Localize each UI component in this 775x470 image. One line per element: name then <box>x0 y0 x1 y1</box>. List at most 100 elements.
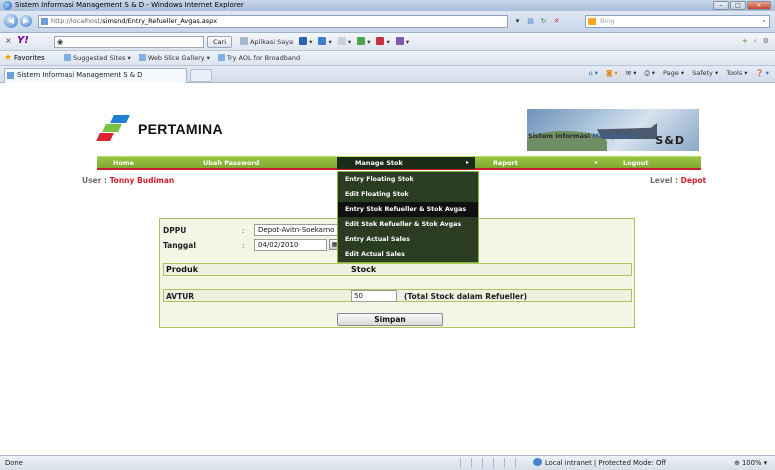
scroll-left-icon[interactable]: ‹ <box>754 37 757 45</box>
safety-menu[interactable]: Safety ▾ <box>692 69 718 78</box>
dd-entry-floating-stok[interactable]: Entry Floating Stok <box>338 172 478 187</box>
apps-icon <box>240 37 248 45</box>
favorites-label[interactable]: Favorites <box>14 54 45 62</box>
search-input[interactable]: Bing ⌕ <box>585 15 770 28</box>
fav-suggested-sites[interactable]: Suggested Sites ▾ <box>64 54 131 62</box>
favorites-star-icon[interactable]: ★ <box>4 53 12 63</box>
dd-edit-floating-stok[interactable]: Edit Floating Stok <box>338 187 478 202</box>
menu-manage-stok[interactable]: Manage Stok ▸ <box>337 157 475 169</box>
stop-icon[interactable]: ✕ <box>551 16 562 27</box>
intranet-icon <box>533 458 542 466</box>
minimize-button[interactable]: – <box>713 1 729 10</box>
toolbar-btn-4[interactable]: ▾ <box>357 37 370 46</box>
url-host: http://localhost/ <box>51 17 103 25</box>
search-icon[interactable]: ⌕ <box>762 16 766 27</box>
help-icon[interactable]: ❓ ▾ <box>756 69 769 78</box>
url-path: simsnd/Entry_Refueller_Avgas.aspx <box>102 17 218 25</box>
table-row: AVTUR 50 (Total Stock dalam Refueller) <box>163 289 632 302</box>
toolbar-btn-2[interactable]: ▾ <box>318 37 332 46</box>
refresh-icon[interactable]: ↻ <box>538 16 549 27</box>
dropdown-arrow-icon[interactable]: ▾ <box>512 16 523 27</box>
sd-banner: Sistem Informasi Manajemen S&D <box>527 109 699 151</box>
submenu-arrow-icon: ▸ <box>595 159 599 166</box>
table-header-row: Produk Stock <box>163 263 632 276</box>
search-icon: ◉ <box>57 38 64 46</box>
toolbar-search-input[interactable]: ◉ <box>54 36 204 48</box>
bing-icon <box>588 18 596 25</box>
fav-try-aol[interactable]: Try AOL for Broadband <box>217 54 300 62</box>
dppu-field[interactable]: Depot-Avitn-Soekarno <box>254 224 340 236</box>
tab-bar: Sistem Informasi Management S & D ⌂ ▾ ◙ … <box>0 66 775 83</box>
new-tab-button[interactable] <box>190 69 212 82</box>
address-input[interactable]: http://localhost/simsnd/Entry_Refueller_… <box>38 15 508 28</box>
produk-header: Produk <box>166 265 199 274</box>
manage-stok-dropdown: Entry Floating Stok Edit Floating Stok E… <box>337 171 479 263</box>
menu-home[interactable]: Home <box>113 157 134 169</box>
forward-icon[interactable]: ▶ <box>20 15 32 27</box>
address-toolbar: ◀ ▶ http://localhost/simsnd/Entry_Refuel… <box>0 11 775 33</box>
page-icon <box>7 72 14 79</box>
cari-button[interactable]: Cari <box>207 36 232 48</box>
bookmark-icon <box>299 37 308 45</box>
home-icon[interactable]: ⌂ ▾ <box>589 69 598 78</box>
page-icon <box>138 54 146 61</box>
zoom-icon: ⊕ <box>734 459 740 467</box>
mail-icon[interactable]: ✉ ▾ <box>626 69 637 78</box>
toolbar-items: Aplikasi Saya ▾ ▾ ▾ ▾ ▾ ▾ <box>240 37 409 46</box>
compat-icon[interactable]: ▤ <box>525 16 536 27</box>
tanggal-field[interactable]: 04/02/2010 <box>254 239 327 251</box>
favorites-bar: ★ Favorites Suggested Sites ▾ Web Slice … <box>0 51 775 66</box>
page-icon <box>64 54 71 61</box>
toolbar-btn-5[interactable]: ▾ <box>376 37 390 46</box>
dd-entry-stok-refueller[interactable]: Entry Stok Refueller & Stok Avgas <box>338 202 478 217</box>
page-icon <box>217 54 225 61</box>
toolbar-btn-6[interactable]: ▾ <box>395 37 409 46</box>
simpan-button[interactable]: Simpan <box>337 313 443 326</box>
status-bar: Done Local intranet | Protected Mode: Of… <box>0 455 775 470</box>
maximize-button[interactable]: □ <box>730 1 746 10</box>
dppu-label: DPPU <box>163 226 187 235</box>
address-tools: ▾ ▤ ↻ ✕ <box>512 16 562 27</box>
zoom-control[interactable]: ⊕ 100% ▾ <box>734 456 767 470</box>
level-value: Depot <box>680 176 707 185</box>
status-text: Done <box>5 459 23 467</box>
user-info: User : Tonny Budiman <box>82 176 175 185</box>
pen-icon <box>395 37 404 45</box>
security-zone[interactable]: Local intranet | Protected Mode: Off <box>533 456 666 470</box>
pertamina-mark-icon <box>96 115 134 141</box>
aplikasi-saya-button[interactable]: Aplikasi Saya <box>240 37 293 46</box>
close-button[interactable]: × <box>747 1 771 10</box>
page-menu[interactable]: Page ▾ <box>663 69 684 78</box>
banner-tagline: Sistem Informasi Manajemen <box>528 132 635 140</box>
toolbar-btn-3[interactable]: ▾ <box>337 37 351 46</box>
dppu-colon: : <box>242 227 245 235</box>
tools-menu[interactable]: Tools ▾ <box>726 69 747 78</box>
stock-input[interactable]: 50 <box>351 290 397 302</box>
mail-icon <box>318 37 327 45</box>
dd-edit-stok-refueller[interactable]: Edit Stok Refueller & Stok Avgas <box>338 217 478 232</box>
tanggal-colon: : <box>242 242 245 250</box>
web-page: PERTAMINA Sistem Informasi Manajemen S&D… <box>0 84 775 454</box>
pertamina-logo: PERTAMINA <box>96 113 228 143</box>
add-icon[interactable]: + <box>742 37 748 45</box>
status-dividers <box>460 458 516 468</box>
fav-web-slice-gallery[interactable]: Web Slice Gallery ▾ <box>138 54 210 62</box>
back-icon[interactable]: ◀ <box>4 14 18 28</box>
tab-active[interactable]: Sistem Informasi Management S & D <box>4 68 187 83</box>
menu-ubah-password[interactable]: Ubah Password <box>203 157 259 169</box>
close-toolbar-icon[interactable]: × <box>5 36 12 45</box>
menu-report[interactable]: Report ▸ <box>493 157 598 169</box>
logo-text: PERTAMINA <box>138 121 223 137</box>
menu-logout[interactable]: Logout <box>623 157 648 169</box>
feeds-icon[interactable]: ◙ ▾ <box>606 69 618 78</box>
stock-note: (Total Stock dalam Refueller) <box>404 292 528 301</box>
print-icon[interactable]: ⎙ ▾ <box>644 69 655 78</box>
dd-edit-actual-sales[interactable]: Edit Actual Sales <box>338 247 478 262</box>
tab-title: Sistem Informasi Management S & D <box>17 71 143 79</box>
toolbar-btn-1[interactable]: ▾ <box>299 37 312 46</box>
dd-entry-actual-sales[interactable]: Entry Actual Sales <box>338 232 478 247</box>
options-icon[interactable]: ⚙ <box>763 37 769 45</box>
level-info: Level : Depot <box>650 176 707 185</box>
yahoo-logo[interactable]: Y! <box>17 35 29 46</box>
banner-sd: S&D <box>655 134 685 147</box>
